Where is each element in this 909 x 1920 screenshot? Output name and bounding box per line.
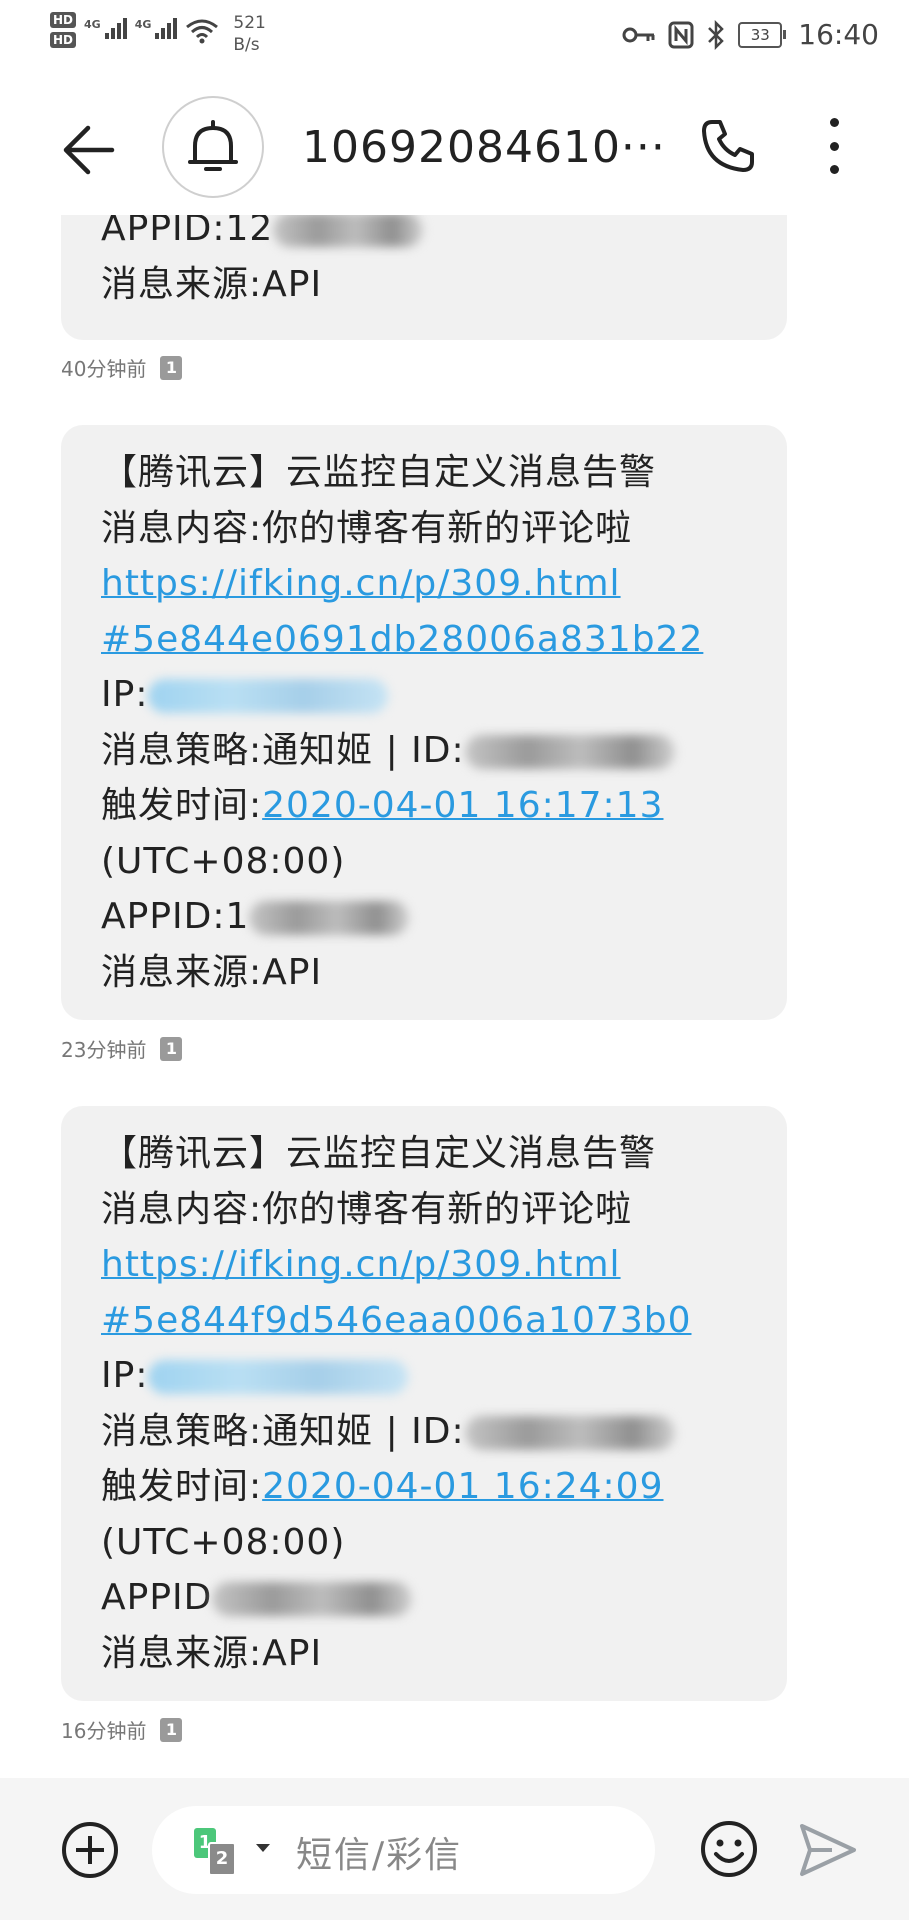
conversation-title: 10692084610··· — [302, 122, 666, 173]
message-link[interactable]: https://ifking.cn/p/309.html — [101, 1244, 621, 1285]
message-time: 23分钟前 — [61, 1038, 147, 1062]
message-input-placeholder: 短信/彩信 — [296, 1835, 463, 1876]
message-bubble[interactable]: 【腾讯云】云监控自定义消息告警 消息内容:你的博客有新的评论啦 https://… — [61, 1106, 787, 1701]
message-content: 消息内容:你的博客有新的评论啦 — [101, 507, 633, 549]
message-title: 【腾讯云】云监控自定义消息告警 — [101, 1133, 657, 1174]
sim-card-icon: 1 — [160, 1717, 183, 1742]
message-source: 消息来源:API — [101, 951, 323, 993]
message-time: 16分钟前 — [61, 1719, 147, 1743]
message-time: 40分钟前 — [61, 357, 147, 381]
message-ip-line: IP: — [101, 667, 787, 723]
message-source: 消息来源:API — [101, 1632, 323, 1674]
network-speed: 521 B/s — [233, 12, 265, 56]
message-bubble[interactable]: 【腾讯云】云监控自定义消息告警 消息内容:你的博客有新的评论啦 https://… — [61, 425, 787, 1020]
message-trigger-time[interactable]: 2020-04-01 16:24:09 — [262, 1466, 663, 1507]
message-composer: 1 2 短信/彩信 — [0, 1778, 909, 1920]
add-attachment-icon[interactable] — [62, 1822, 118, 1878]
message-link-hash[interactable]: #5e844f9d546eaa006a1073b0 — [101, 1300, 692, 1341]
message-trigger-line: 触发时间:2020-04-01 16:17:13 — [101, 785, 664, 826]
message-meta: 23分钟前 1 — [61, 1034, 183, 1063]
phone-call-icon[interactable] — [698, 116, 758, 176]
dropdown-caret-icon[interactable] — [256, 1844, 270, 1852]
message-link-hash[interactable]: #5e844e0691db28006a831b22 — [101, 619, 703, 660]
message-trigger-line: 触发时间:2020-04-01 16:24:09 — [101, 1466, 664, 1507]
send-icon[interactable] — [798, 1822, 858, 1878]
message-ip-line: IP: — [101, 1348, 787, 1404]
message-appid-line: APPID:1 — [101, 889, 787, 945]
sim-card-icon: 1 — [160, 355, 183, 380]
bell-icon — [188, 120, 238, 171]
sim2-icon: 2 — [208, 1842, 236, 1876]
hd-indicators: HD HD — [50, 12, 77, 48]
message-appid-line: APPID — [101, 1570, 787, 1626]
message-timezone: (UTC+08:00) — [101, 1521, 346, 1563]
message-meta: 16分钟前 1 — [61, 1715, 183, 1744]
network-speed-unit: B/s — [233, 35, 260, 55]
battery-level: 33 — [738, 21, 783, 48]
message-trigger-time[interactable]: 2020-04-01 16:17:13 — [262, 785, 663, 826]
hd-badge-1: HD — [50, 12, 77, 28]
message-meta: 40分钟前 1 — [61, 353, 183, 382]
key-icon — [622, 27, 655, 42]
signal-sim2-icon: 4G — [135, 18, 178, 39]
back-arrow-icon[interactable] — [60, 120, 120, 180]
message-source: 消息来源:API — [101, 263, 323, 305]
contact-avatar[interactable] — [162, 96, 264, 198]
clock: 16:40 — [798, 18, 879, 51]
sim-selector[interactable]: 1 2 — [194, 1828, 250, 1876]
hd-badge-2: HD — [50, 32, 77, 48]
message-link[interactable]: https://ifking.cn/p/309.html — [101, 563, 621, 604]
status-bar: HD HD 4G 4G 521 B/s 33 16:40 — [0, 0, 909, 80]
message-input[interactable]: 1 2 短信/彩信 — [152, 1806, 655, 1894]
message-policy-line: 消息策略:通知姬 | ID: — [101, 723, 787, 779]
battery-icon: 33 — [738, 21, 787, 48]
message-title: 【腾讯云】云监控自定义消息告警 — [101, 452, 657, 493]
sim-card-icon: 1 — [160, 1036, 183, 1061]
message-bubble[interactable]: APPID:12 消息来源:API — [61, 195, 787, 340]
bluetooth-icon — [708, 19, 725, 50]
nfc-icon — [668, 21, 694, 48]
message-timezone: (UTC+08:00) — [101, 840, 346, 882]
conversation-header: 10692084610··· — [0, 80, 909, 215]
more-options-icon[interactable] — [822, 118, 846, 174]
wifi-icon — [186, 19, 219, 44]
emoji-icon[interactable] — [700, 1820, 758, 1878]
network-speed-value: 521 — [233, 13, 266, 33]
signal-sim1-icon: 4G — [84, 18, 127, 39]
message-policy-line: 消息策略:通知姬 | ID: — [101, 1404, 787, 1460]
message-content: 消息内容:你的博客有新的评论啦 — [101, 1188, 633, 1230]
